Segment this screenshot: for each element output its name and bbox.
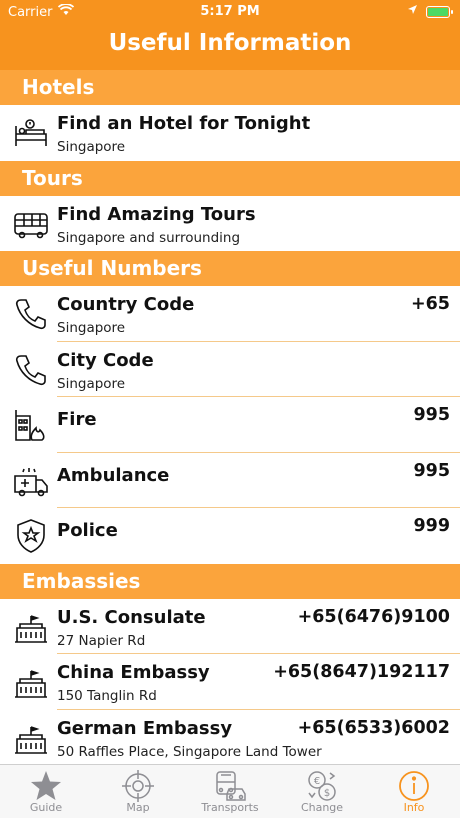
battery-icon — [426, 5, 453, 18]
phone-icon — [12, 351, 50, 389]
bus-icon — [12, 205, 50, 243]
tab-bar: Guide Map Transports € $ Change Info — [0, 764, 460, 818]
info-list: Hotels Find an Hotel for Tonight Singapo… — [0, 70, 460, 765]
hotel-bed-icon — [12, 114, 50, 152]
section-useful-numbers: Useful Numbers — [0, 251, 460, 286]
row-value: +65(8647)192117 — [273, 662, 450, 682]
row-title: German Embassy — [57, 717, 233, 739]
row-title: Ambulance — [57, 464, 170, 486]
row-value: 995 — [413, 460, 450, 481]
tab-label: Transports — [201, 801, 259, 814]
tab-info[interactable]: Info — [368, 765, 460, 818]
police-badge-icon — [12, 517, 50, 555]
row-subtitle: 50 Raffles Place, Singapore Land Tower — [57, 743, 322, 760]
row-title: City Code — [57, 349, 154, 371]
tab-guide[interactable]: Guide — [0, 765, 92, 818]
row-german-embassy[interactable]: German Embassy 50 Raffles Place, Singapo… — [0, 709, 460, 765]
row-subtitle: 150 Tanglin Rd — [57, 688, 157, 704]
embassy-icon — [12, 608, 50, 646]
embassy-icon — [12, 719, 50, 757]
svg-text:$: $ — [324, 788, 330, 799]
section-tours: Tours — [0, 160, 460, 196]
status-bar: Carrier 5:17 PM — [0, 0, 460, 24]
phone-icon — [12, 295, 50, 333]
row-title: China Embassy — [57, 662, 210, 683]
row-value: +65 — [410, 294, 450, 314]
fire-building-icon — [12, 406, 50, 444]
page-title: Useful Information — [108, 30, 352, 56]
navigation-bar: Carrier 5:17 PM Useful Information — [0, 0, 460, 70]
location-arrow-icon — [407, 4, 418, 19]
row-subtitle: Singapore — [57, 139, 126, 155]
row-us-consulate[interactable]: U.S. Consulate 27 Napier Rd +65(6476)910… — [0, 598, 460, 654]
row-title: Find an Hotel for Tonight — [57, 113, 311, 134]
tab-label: Info — [403, 801, 425, 814]
row-value: +65(6533)6002 — [297, 717, 450, 738]
row-title: U.S. Consulate — [57, 606, 206, 628]
status-time: 5:17 PM — [200, 4, 260, 19]
row-ambulance[interactable]: Ambulance 995 — [0, 452, 460, 508]
row-tours[interactable]: Find Amazing Tours Singapore and surroun… — [0, 195, 460, 251]
row-value: 999 — [413, 516, 450, 536]
row-subtitle: Singapore and surrounding — [57, 229, 241, 246]
tab-label: Map — [126, 801, 150, 814]
row-subtitle: Singapore — [57, 375, 126, 392]
row-hotel[interactable]: Find an Hotel for Tonight Singapore — [0, 105, 460, 161]
ambulance-icon — [12, 462, 50, 500]
tab-transports[interactable]: Transports — [184, 765, 276, 818]
row-city-code[interactable]: City Code Singapore — [0, 341, 460, 397]
section-embassies: Embassies — [0, 563, 460, 599]
row-country-code[interactable]: Country Code Singapore +65 — [0, 286, 460, 342]
row-title: Find Amazing Tours — [57, 203, 256, 225]
tab-label: Guide — [29, 801, 63, 814]
row-police[interactable]: Police 999 — [0, 508, 460, 564]
row-title: Fire — [57, 409, 97, 430]
tab-map[interactable]: Map — [92, 765, 184, 818]
row-fire[interactable]: Fire 995 — [0, 397, 460, 453]
row-value: +65(6476)9100 — [297, 606, 450, 627]
row-subtitle: 27 Napier Rd — [57, 632, 146, 649]
section-hotels: Hotels — [0, 70, 460, 105]
tab-change[interactable]: € $ Change — [276, 765, 368, 818]
row-title: Police — [57, 520, 118, 541]
row-title: Country Code — [57, 294, 195, 315]
embassy-icon — [12, 663, 50, 701]
tab-label: Change — [300, 801, 344, 814]
row-subtitle: Singapore — [57, 320, 126, 336]
svg-text:€: € — [314, 776, 320, 787]
row-value: 995 — [413, 405, 450, 425]
row-china-embassy[interactable]: China Embassy 150 Tanglin Rd +65(8647)19… — [0, 654, 460, 710]
